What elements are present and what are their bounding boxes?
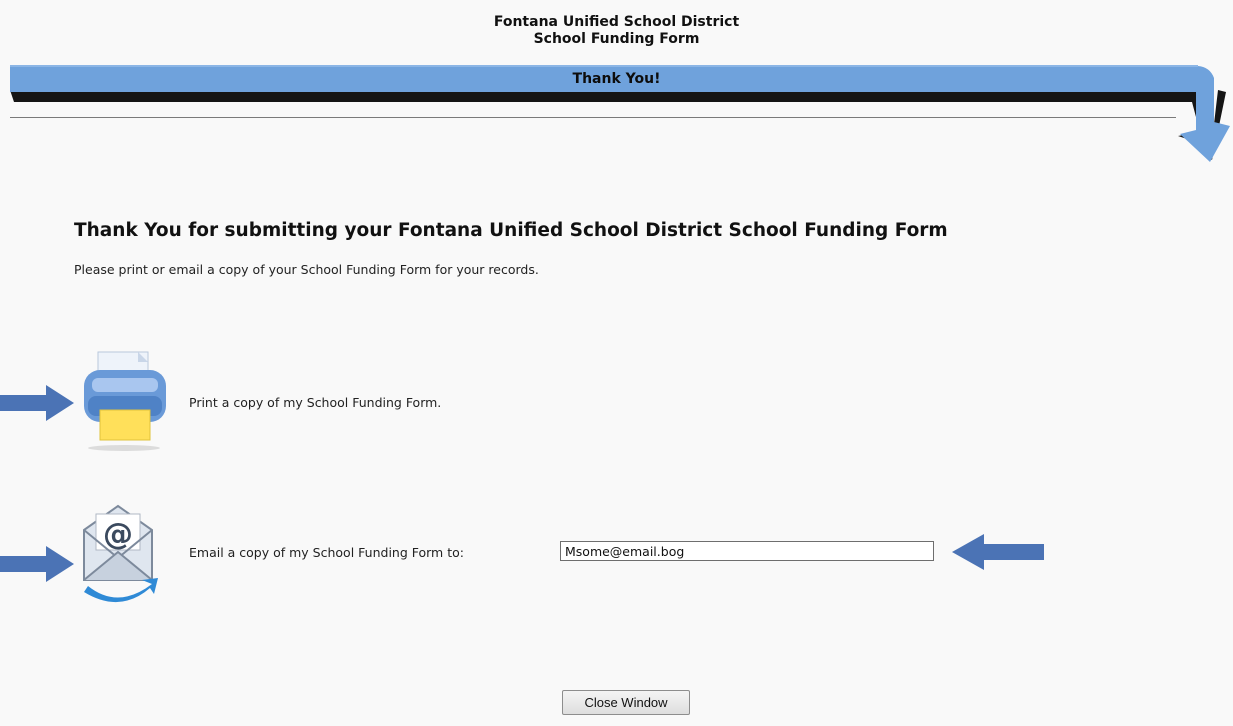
form-name: School Funding Form <box>533 31 700 47</box>
banner-title: Thank You! <box>572 71 661 87</box>
arrow-right-icon <box>0 385 74 421</box>
svg-text:@: @ <box>103 517 133 552</box>
instruction-text: Please print or email a copy of your Sch… <box>74 262 539 277</box>
header-divider <box>10 117 1176 118</box>
arrow-right-icon <box>0 546 74 582</box>
close-window-button[interactable]: Close Window <box>562 690 690 715</box>
district-name: Fontana Unified School District <box>493 14 740 30</box>
arrow-left-icon <box>952 534 1044 570</box>
printer-icon[interactable] <box>78 348 178 458</box>
email-input[interactable] <box>560 541 934 561</box>
print-copy-link[interactable]: Print a copy of my School Funding Form. <box>189 395 441 410</box>
page-header: Fontana Unified School District School F… <box>0 14 1233 48</box>
email-at-icon[interactable]: @ <box>78 500 160 612</box>
email-copy-label: Email a copy of my School Funding Form t… <box>189 545 464 560</box>
page-title: Thank You for submitting your Fontana Un… <box>74 220 948 241</box>
